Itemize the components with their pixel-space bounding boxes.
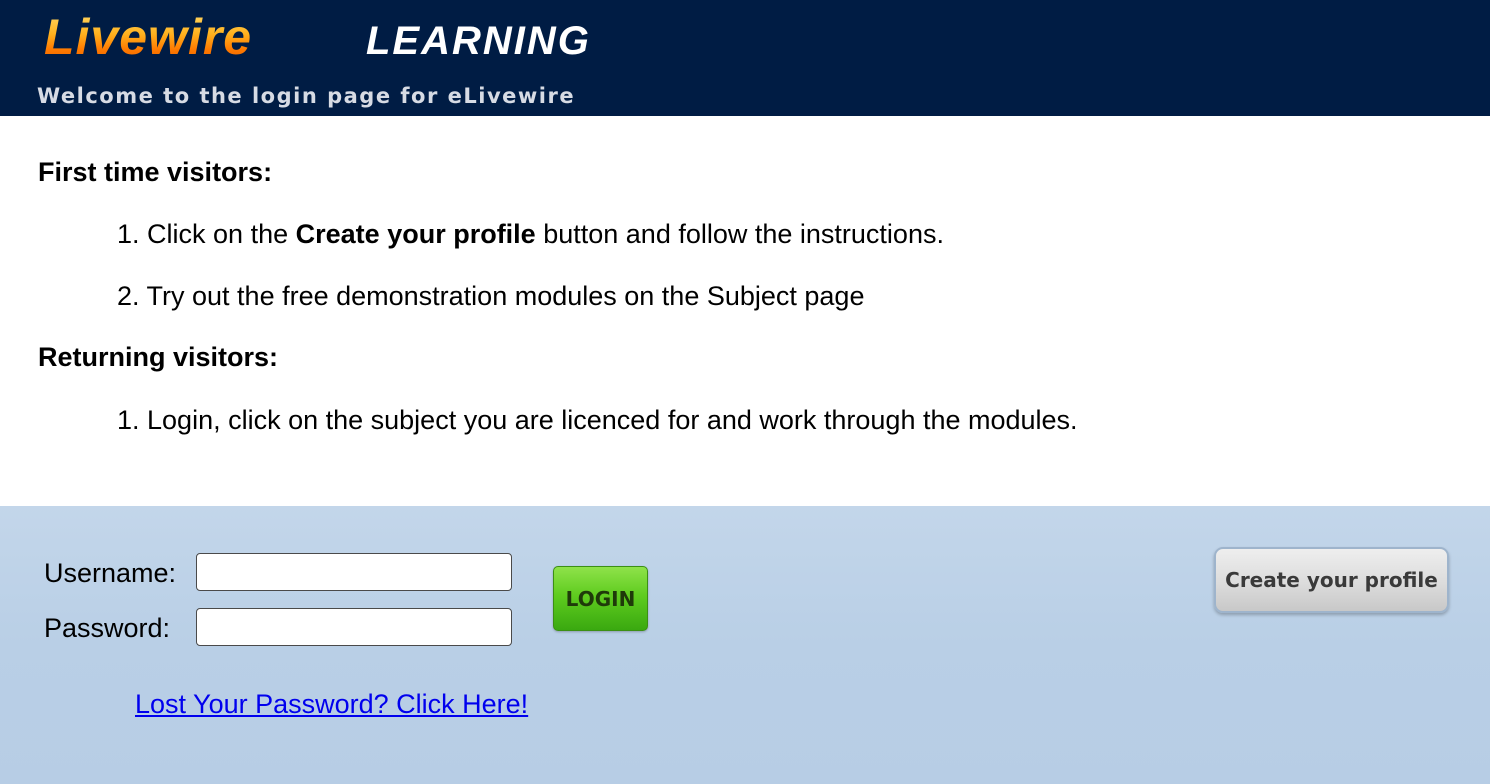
logo-livewire: Livewire: [44, 6, 252, 68]
step-text-post: button and follow the instructions.: [543, 219, 944, 249]
lost-password-link[interactable]: Lost Your Password? Click Here!: [135, 688, 528, 720]
first-time-step-2: 2. Try out the free demonstration module…: [117, 281, 865, 311]
username-input[interactable]: [196, 553, 512, 591]
step-text-pre: Click on the: [147, 219, 289, 249]
username-label: Username:: [44, 558, 177, 588]
step-number: 1.: [117, 219, 140, 249]
first-time-step-1: 1. Click on the Create your profile butt…: [117, 218, 944, 250]
returning-visitors-heading: Returning visitors:: [38, 342, 279, 372]
first-time-visitors-heading: First time visitors:: [38, 157, 273, 187]
password-input[interactable]: [196, 608, 512, 646]
returning-step-1: 1. Login, click on the subject you are l…: [117, 405, 1078, 435]
step-text-bold: Create your profile: [295, 219, 536, 249]
welcome-text: Welcome to the login page for eLivewire: [37, 84, 576, 108]
password-label: Password:: [44, 613, 171, 643]
create-profile-button[interactable]: Create your profile: [1214, 547, 1449, 613]
logo-learning: LEARNING: [366, 19, 591, 63]
page-header: Livewire LEARNING Welcome to the login p…: [0, 0, 1490, 116]
login-button[interactable]: LOGIN: [553, 566, 648, 631]
